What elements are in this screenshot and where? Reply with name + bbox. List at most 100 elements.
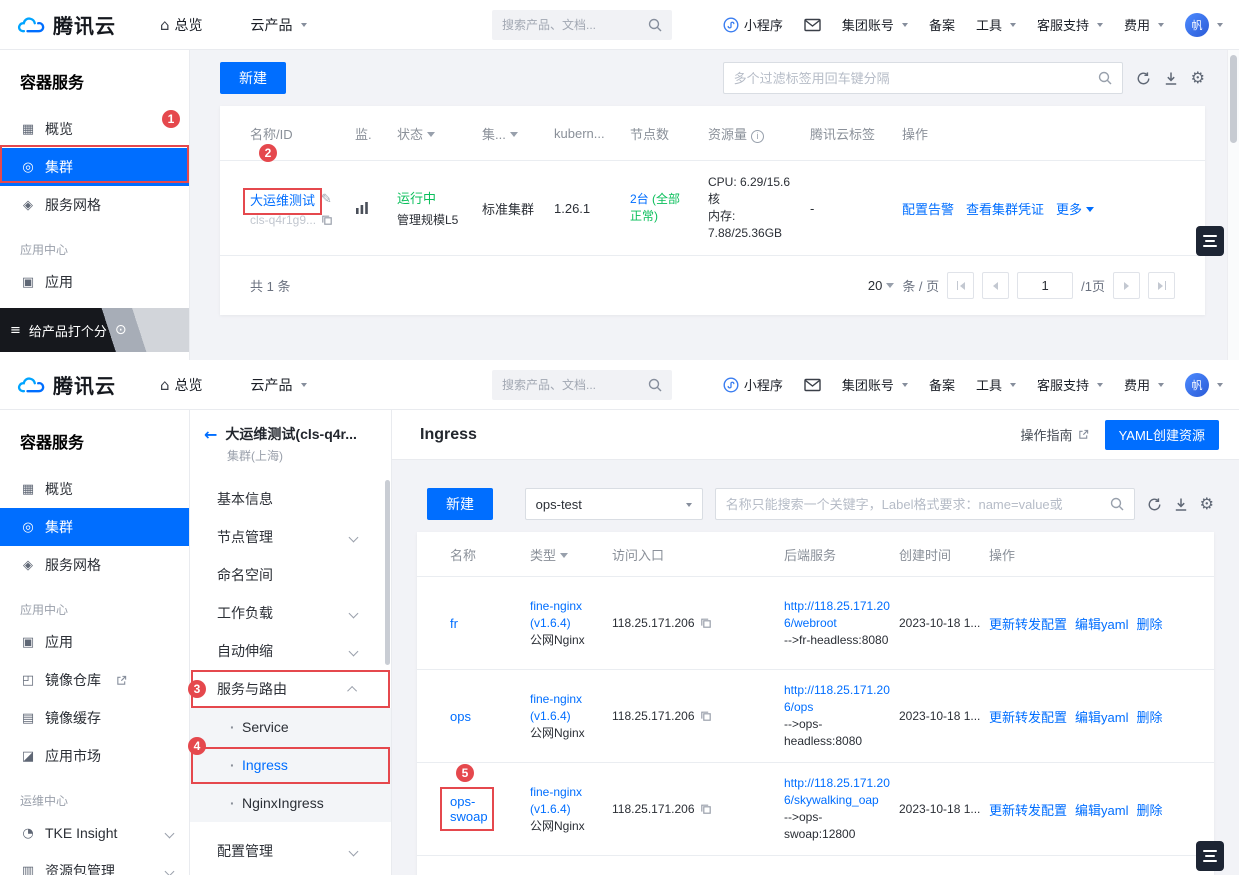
namespace-select[interactable]: ops-test <box>524 488 703 520</box>
subnav-item-basic-info[interactable]: 基本信息 <box>190 480 391 518</box>
view-credential-link[interactable]: 查看集群凭证 <box>966 199 1044 218</box>
sidebar-item-image-registry[interactable]: ◰ 镜像仓库 <box>0 661 189 699</box>
sidebar-item-tke-insight[interactable]: ◔ TKE Insight <box>0 814 189 852</box>
filter-icon[interactable] <box>509 131 518 141</box>
account-avatar-menu[interactable]: 帆 <box>1185 372 1223 397</box>
gear-icon[interactable]: ⚙ <box>1191 70 1205 86</box>
billing-menu[interactable]: 费用 <box>1124 15 1164 34</box>
info-icon[interactable] <box>751 129 765 143</box>
back-to-cluster-list[interactable]: ← 大运维测试(cls-q4r... <box>190 422 391 446</box>
delete-link[interactable]: 删除 <box>1136 800 1162 819</box>
delete-link[interactable]: 删除 <box>1136 614 1162 633</box>
refresh-icon[interactable] <box>1147 497 1162 512</box>
sidebar-item-app-market[interactable]: ◪ 应用市场 <box>0 737 189 775</box>
edit-yaml-link[interactable]: 编辑yaml <box>1075 614 1128 633</box>
update-forward-config-link[interactable]: 更新转发配置 <box>989 707 1067 726</box>
create-cluster-button[interactable]: 新建 <box>220 62 286 94</box>
mail-icon[interactable] <box>804 18 821 32</box>
feedback-float-button[interactable] <box>1196 841 1224 871</box>
edit-yaml-link[interactable]: 编辑yaml <box>1075 800 1128 819</box>
copy-icon[interactable] <box>321 214 333 226</box>
group-account-menu[interactable]: 集团账号 <box>842 375 908 394</box>
beian-link[interactable]: 备案 <box>929 375 955 394</box>
ingress-name-link[interactable]: fr <box>450 616 502 631</box>
sidebar-item-resource-package[interactable]: ▥ 资源包管理 <box>0 852 189 875</box>
cluster-filter-input[interactable] <box>733 70 1092 86</box>
scrollbar-thumb[interactable] <box>1230 55 1237 143</box>
gear-icon[interactable]: ⚙ <box>1200 496 1214 512</box>
next-page-button[interactable] <box>1113 272 1140 299</box>
ingress-class-link[interactable]: fine-nginx <box>530 691 612 708</box>
ingress-search[interactable] <box>714 488 1135 520</box>
cluster-name-link[interactable]: 大运维测试 <box>250 190 315 209</box>
download-icon[interactable] <box>1164 71 1178 86</box>
backend-url-link[interactable]: http://118.25.171.206/skywalking_oap <box>784 775 890 809</box>
edit-yaml-link[interactable]: 编辑yaml <box>1075 707 1128 726</box>
subnav-item-namespace[interactable]: 命名空间 <box>190 556 391 594</box>
copy-icon[interactable] <box>700 617 712 629</box>
sidebar-item-app[interactable]: ▣ 应用 <box>0 623 189 661</box>
prev-page-button[interactable] <box>982 272 1010 299</box>
ingress-name-link[interactable]: ops <box>450 709 502 724</box>
copy-icon[interactable] <box>700 710 712 722</box>
nav-cloud-products[interactable]: 云产品 <box>251 15 307 35</box>
global-search[interactable] <box>492 10 672 40</box>
page-scrollbar[interactable] <box>1227 50 1239 360</box>
ingress-name-link[interactable]: ops-swoap <box>450 794 502 824</box>
search-icon[interactable] <box>648 378 662 392</box>
account-avatar-menu[interactable]: 帆 <box>1185 12 1223 37</box>
feedback-float-button[interactable] <box>1196 226 1224 256</box>
page-number-input[interactable]: 1 <box>1017 272 1074 299</box>
last-page-button[interactable] <box>1148 272 1175 299</box>
nav-overview[interactable]: ⌂ 总览 <box>160 375 203 395</box>
ingress-class-version[interactable]: (v1.6.4) <box>530 708 612 725</box>
nav-overview[interactable]: ⌂ 总览 <box>160 15 203 35</box>
ingress-class-link[interactable]: fine-nginx <box>530 784 612 801</box>
mini-program-link[interactable]: 小程序 <box>723 15 783 34</box>
operation-guide-link[interactable]: 操作指南 <box>1021 425 1089 444</box>
sidebar-item-image-cache[interactable]: ▤ 镜像缓存 <box>0 699 189 737</box>
ingress-class-version[interactable]: (v1.6.4) <box>530 801 612 818</box>
cluster-filter[interactable] <box>722 62 1123 94</box>
billing-menu[interactable]: 费用 <box>1124 375 1164 394</box>
subnav-scrollbar-thumb[interactable] <box>385 480 390 665</box>
backend-url-link[interactable]: http://118.25.171.206/webroot <box>784 598 890 632</box>
sidebar-item-overview[interactable]: ▦ 概览 <box>0 110 189 148</box>
nodes-count-link[interactable]: 2台 <box>630 192 649 206</box>
global-search-input[interactable] <box>502 378 642 392</box>
edit-pencil-icon[interactable]: ✎ <box>321 192 332 207</box>
nav-cloud-products[interactable]: 云产品 <box>251 375 307 395</box>
support-menu[interactable]: 客服支持 <box>1037 375 1103 394</box>
search-icon[interactable] <box>1098 71 1112 85</box>
tencent-cloud-logo[interactable]: 腾讯云 <box>16 10 116 39</box>
copy-icon[interactable] <box>700 803 712 815</box>
global-search[interactable] <box>492 370 672 400</box>
ingress-class-version[interactable]: (v1.6.4) <box>530 615 612 632</box>
configure-alarm-link[interactable]: 配置告警 <box>902 199 954 218</box>
sidebar-item-cluster[interactable]: ◎ 集群 <box>0 508 189 546</box>
first-page-button[interactable] <box>947 272 975 299</box>
more-dropdown[interactable]: 更多 <box>1056 199 1095 218</box>
filter-icon[interactable] <box>560 552 569 562</box>
update-forward-config-link[interactable]: 更新转发配置 <box>989 800 1067 819</box>
download-icon[interactable] <box>1174 497 1188 512</box>
subnav-item-node-management[interactable]: 节点管理 <box>190 518 391 556</box>
search-icon[interactable] <box>1110 497 1124 511</box>
yaml-create-button[interactable]: YAML创建资源 <box>1104 419 1219 450</box>
subnav-item-service-route[interactable]: 服务与路由 <box>190 670 391 708</box>
sidebar-item-cluster[interactable]: ◎ 集群 <box>0 148 189 186</box>
mail-icon[interactable] <box>804 378 821 392</box>
subnav-item-config-management[interactable]: 配置管理 <box>190 832 391 870</box>
sidebar-item-service-mesh[interactable]: ◈ 服务网格 <box>0 186 189 224</box>
subnav-item-workload[interactable]: 工作负载 <box>190 594 391 632</box>
back-arrow-icon[interactable]: ← <box>204 425 217 444</box>
subnav-item-autoscaling[interactable]: 自动伸缩 <box>190 632 391 670</box>
monitor-chart-icon[interactable] <box>355 201 369 215</box>
group-account-menu[interactable]: 集团账号 <box>842 15 908 34</box>
tools-menu[interactable]: 工具 <box>976 375 1016 394</box>
create-ingress-button[interactable]: 新建 <box>427 488 493 520</box>
sidebar-item-app[interactable]: ▣ 应用 <box>0 263 189 301</box>
beian-link[interactable]: 备案 <box>929 15 955 34</box>
subnav-item-ingress[interactable]: Ingress <box>190 746 391 784</box>
subnav-item-service[interactable]: Service <box>190 708 391 746</box>
